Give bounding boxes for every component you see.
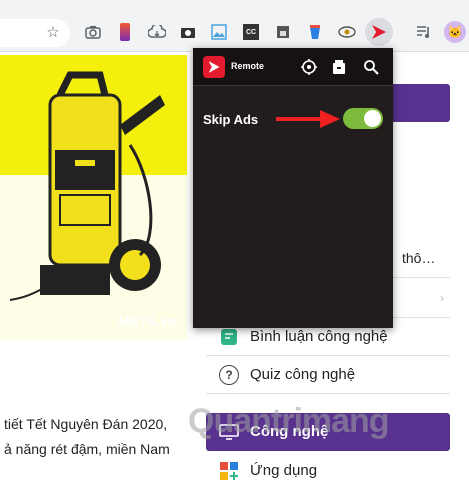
archive-icon[interactable] — [329, 57, 349, 77]
apps-icon — [218, 460, 240, 482]
closed-captions-icon[interactable]: CC — [240, 20, 262, 44]
product-image: META.vn — [0, 55, 187, 340]
comment-icon — [218, 326, 240, 348]
popup-header: Remote — [193, 48, 393, 86]
camera-icon[interactable] — [82, 20, 104, 44]
page: ☆ CC 🐱 META.vn tiết Tết Nguyên Đán 2020,… — [0, 0, 469, 497]
sidebar-item-label: Quiz công nghệ — [250, 366, 356, 383]
article-text-line-1[interactable]: tiết Tết Nguyên Đán 2020, — [4, 416, 167, 432]
youtube-remote-logo — [203, 56, 225, 78]
site-watermark: Quantrimang — [188, 402, 390, 440]
skip-ads-toggle[interactable] — [343, 108, 383, 129]
browser-toolbar: ☆ CC 🐱 — [0, 0, 469, 52]
youtube-remote-icon[interactable] — [365, 18, 393, 46]
popup-title: Remote — [231, 61, 265, 71]
annotation-arrow-icon — [276, 110, 340, 128]
star-icon[interactable]: ☆ — [42, 20, 64, 44]
question-icon: ? — [218, 364, 240, 386]
search-icon[interactable] — [361, 57, 381, 77]
archive-icon[interactable] — [272, 20, 294, 44]
product-watermark: META.vn — [118, 313, 177, 329]
cup-icon[interactable] — [304, 20, 326, 44]
camera-alt-icon[interactable] — [177, 20, 199, 44]
toggle-knob — [364, 110, 381, 127]
sidebar-item-partial-label: thô… — [402, 250, 436, 266]
article-text-line-2[interactable]: ả năng rét đậm, miền Nam — [4, 441, 170, 457]
phone-icon[interactable] — [114, 20, 136, 44]
eye-icon[interactable] — [336, 20, 358, 44]
chevron-right-icon: › — [440, 291, 444, 305]
playlist-icon[interactable] — [413, 20, 435, 44]
image-icon[interactable] — [208, 20, 230, 44]
gear-icon[interactable] — [299, 57, 319, 77]
cloud-download-icon[interactable] — [146, 20, 168, 44]
skip-ads-label: Skip Ads — [203, 112, 259, 127]
extension-popup: Remote Skip Ads — [193, 48, 393, 328]
avatar[interactable]: 🐱 — [444, 21, 466, 43]
pressure-washer-illustration — [0, 55, 187, 340]
sidebar-item-quiz[interactable]: ? Quiz công nghệ — [206, 356, 450, 394]
sidebar-item-label: Bình luận công nghệ — [250, 328, 388, 345]
sidebar-item-label: Ứng dụng — [250, 462, 318, 479]
sidebar-item-ung-dung[interactable]: Ứng dụng — [206, 452, 450, 490]
